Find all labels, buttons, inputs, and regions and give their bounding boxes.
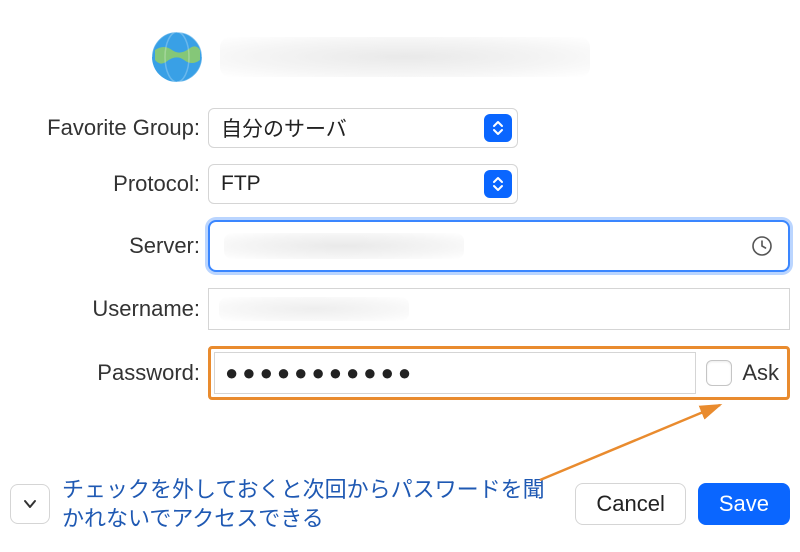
header-row <box>10 30 790 84</box>
history-icon[interactable] <box>750 234 774 258</box>
protocol-value: FTP <box>221 172 261 196</box>
ask-checkbox[interactable] <box>706 360 732 386</box>
ask-label: Ask <box>742 360 781 386</box>
chevron-down-icon <box>22 496 38 512</box>
server-redacted <box>224 233 464 259</box>
dropdown-stepper-icon <box>484 114 512 142</box>
annotation-text: チェックを外しておくと次回からパスワードを聞かれないでアクセスできる <box>62 475 563 534</box>
expand-toggle[interactable] <box>10 484 50 524</box>
server-label: Server: <box>10 233 208 259</box>
password-label: Password: <box>10 360 208 386</box>
favorite-group-select[interactable]: 自分のサーバ <box>208 108 518 148</box>
favorite-group-value: 自分のサーバ <box>221 113 347 143</box>
ftp-connection-dialog: Favorite Group: 自分のサーバ Protocol: FTP <box>0 0 800 552</box>
username-label: Username: <box>10 296 208 322</box>
cancel-button[interactable]: Cancel <box>575 483 685 525</box>
favorite-group-label: Favorite Group: <box>10 115 208 141</box>
protocol-select[interactable]: FTP <box>208 164 518 204</box>
password-field[interactable]: ●●●●●●●●●●● <box>214 352 696 394</box>
save-button[interactable]: Save <box>698 483 790 525</box>
globe-icon <box>150 30 204 84</box>
protocol-label: Protocol: <box>10 171 208 197</box>
title-redacted <box>220 37 590 77</box>
password-masked-value: ●●●●●●●●●●● <box>225 360 415 386</box>
server-field[interactable] <box>208 220 790 272</box>
username-redacted <box>219 297 409 321</box>
password-highlight-frame: ●●●●●●●●●●● Ask <box>208 346 790 400</box>
dropdown-stepper-icon <box>484 170 512 198</box>
username-field[interactable] <box>208 288 790 330</box>
